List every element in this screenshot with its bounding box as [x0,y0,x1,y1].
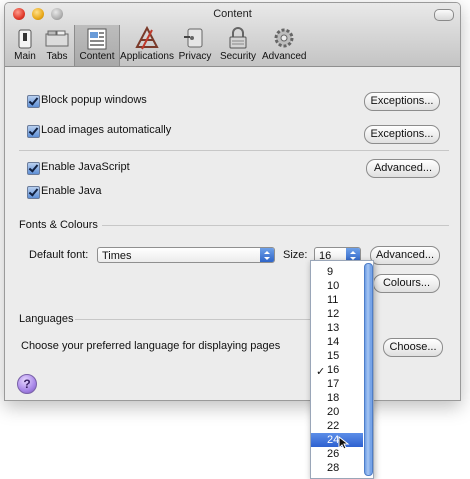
languages-heading: Languages [19,313,74,325]
tab-main-label: Main [14,51,36,62]
window-title: Content [213,8,252,20]
enable-javascript-label: Enable JavaScript [41,161,130,173]
default-font-label: Default font: [29,249,89,261]
size-option[interactable]: 17 [311,377,363,391]
block-popups-label: Block popup windows [41,94,147,106]
size-option-highlighted[interactable]: 24 [311,433,363,447]
javascript-advanced-button[interactable]: Advanced... [366,159,440,178]
fonts-heading-rule [102,225,449,226]
size-option[interactable]: 11 [311,293,363,307]
popup-exceptions-button[interactable]: Exceptions... [364,92,440,111]
switch-icon [18,29,32,49]
load-images-checkbox[interactable] [27,125,40,138]
tab-content-label: Content [79,51,115,62]
images-exceptions-button[interactable]: Exceptions... [364,125,440,144]
lock-icon [229,27,247,49]
tab-privacy[interactable]: Privacy [178,25,212,66]
dropdown-scrollbar[interactable] [364,263,373,476]
size-option[interactable]: 15 [311,349,363,363]
toolbar-toggle-button[interactable] [434,9,454,21]
tab-tabs[interactable]: Tabs [42,25,72,66]
gear-icon [274,28,294,48]
toolbar: Content Main Tabs Content Applications P… [5,3,460,67]
size-option[interactable]: 13 [311,321,363,335]
chevron-updown-icon [260,248,274,262]
tab-main[interactable]: Main [9,25,41,66]
fonts-heading: Fonts & Colours [19,219,98,231]
size-option[interactable]: 28 [311,461,363,475]
preferences-window: Content Main Tabs Content Applications P… [4,2,461,401]
tab-applications[interactable]: Applications [118,25,176,66]
size-option[interactable]: 20 [311,405,363,419]
size-option[interactable]: 14 [311,335,363,349]
languages-description: Choose your preferred language for displ… [21,340,281,352]
tab-content[interactable]: Content [74,25,120,66]
fonts-advanced-button[interactable]: Advanced... [370,246,440,265]
tab-tabs-label: Tabs [46,51,68,62]
languages-heading-rule [75,319,313,320]
size-option[interactable]: 26 [311,447,363,461]
content-icon [87,28,107,50]
tab-security-label: Security [219,51,257,62]
enable-java-checkbox[interactable] [27,186,40,199]
size-option[interactable]: 22 [311,419,363,433]
separator [19,150,449,151]
colours-button[interactable]: Colours... [373,274,440,293]
tabs-icon [45,30,69,47]
size-label: Size: [283,249,308,261]
privacy-icon [184,28,203,48]
tab-security[interactable]: Security [216,25,260,66]
tab-advanced-label: Advanced [262,51,307,62]
applications-icon [135,25,159,50]
help-button[interactable]: ? [17,374,37,394]
size-option[interactable]: 10 [311,279,363,293]
tab-advanced[interactable]: Advanced [262,25,306,66]
load-images-label: Load images automatically [41,124,172,136]
mouse-cursor-icon [338,436,350,450]
size-option[interactable]: 18 [311,391,363,405]
default-font-value: Times [102,250,132,262]
block-popups-checkbox[interactable] [27,95,40,108]
choose-languages-button[interactable]: Choose... [383,338,443,357]
enable-java-label: Enable Java [41,185,102,197]
enable-javascript-checkbox[interactable] [27,162,40,175]
size-option[interactable]: 9 [311,265,363,279]
tab-applications-label: Applications [120,51,174,62]
size-option-selected[interactable]: 16 [311,363,363,377]
tab-privacy-label: Privacy [178,51,212,62]
default-font-select[interactable]: Times [97,247,275,263]
size-option[interactable]: 12 [311,307,363,321]
